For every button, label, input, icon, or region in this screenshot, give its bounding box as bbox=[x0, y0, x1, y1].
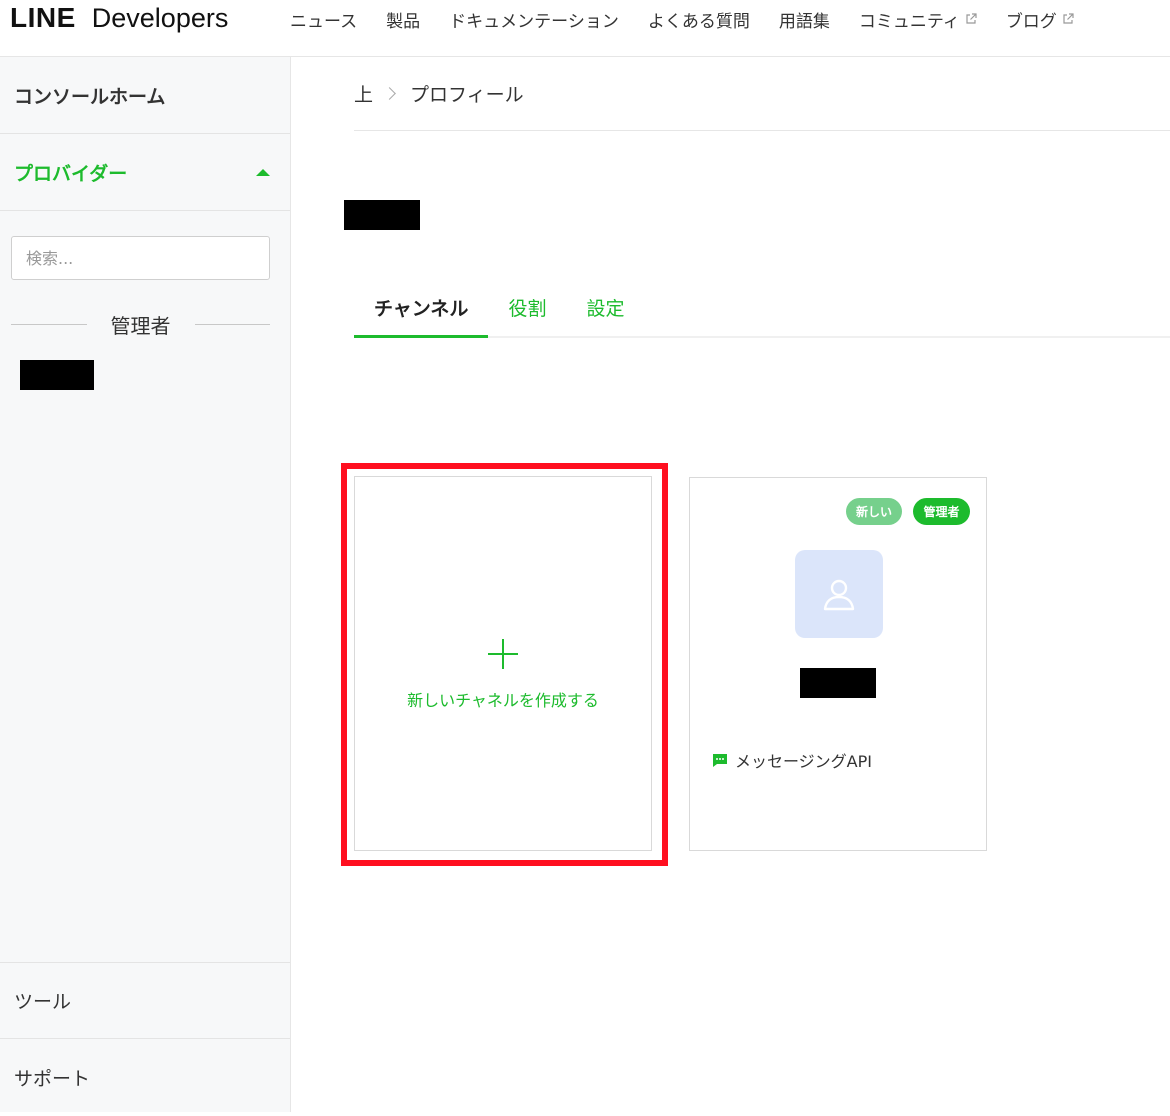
role-section-label: 管理者 bbox=[110, 313, 171, 338]
breadcrumb: 上 プロフィール bbox=[354, 80, 524, 106]
chevron-right-icon bbox=[383, 86, 396, 100]
top-nav: ニュース 製品 ドキュメンテーション よくある質問 用語集 コミュニティ ブログ bbox=[290, 6, 1074, 32]
tab-bar: チャンネル 役割 設定 bbox=[354, 290, 644, 338]
breadcrumb-item-top[interactable]: 上 bbox=[354, 80, 373, 107]
nav-label: ニュース bbox=[290, 11, 358, 32]
external-link-icon bbox=[966, 13, 977, 24]
nav-item-blog[interactable]: ブログ bbox=[1006, 7, 1074, 32]
tab-label: 設定 bbox=[586, 298, 625, 320]
sidebar-item-tools[interactable]: ツール bbox=[0, 962, 290, 1039]
logo-line-text: LINE bbox=[10, 2, 76, 33]
line-developers-logo[interactable]: LINE Developers bbox=[10, 2, 228, 38]
create-channel-label: 新しいチャネルを作成する bbox=[407, 690, 599, 710]
nav-item-glossary[interactable]: 用語集 bbox=[779, 7, 830, 32]
channel-avatar bbox=[795, 550, 883, 638]
sidebar: コンソールホーム プロバイダー 管理者 ツール サポート bbox=[0, 57, 291, 1112]
redacted-channel-name bbox=[800, 668, 876, 698]
nav-label: 用語集 bbox=[778, 11, 830, 32]
top-header: LINE Developers ニュース 製品 ドキュメンテーション よくある質… bbox=[0, 0, 1170, 57]
sidebar-item-label: コンソールホーム bbox=[14, 85, 166, 108]
nav-label: ドキュメンテーション bbox=[449, 11, 619, 32]
tab-channels[interactable]: チャンネル bbox=[354, 290, 489, 338]
caret-up-icon bbox=[256, 168, 270, 176]
channel-type: メッセージングAPI bbox=[712, 748, 872, 772]
nav-label: コミュニティ bbox=[858, 11, 960, 32]
breadcrumb-item-current: プロフィール bbox=[410, 83, 524, 106]
role-section-header: 管理者 bbox=[11, 309, 270, 339]
nav-label: ブログ bbox=[1005, 11, 1057, 32]
sidebar-item-label: プロバイダー bbox=[14, 162, 128, 185]
sidebar-item-support[interactable]: サポート bbox=[0, 1039, 290, 1116]
channel-type-label: メッセージングAPI bbox=[735, 752, 872, 771]
nav-item-documentation[interactable]: ドキュメンテーション bbox=[449, 7, 619, 32]
admin-badge: 管理者 bbox=[913, 498, 970, 525]
redacted-provider-name[interactable] bbox=[20, 360, 94, 390]
sidebar-item-console-home[interactable]: コンソールホーム bbox=[0, 57, 290, 134]
redacted-provider-title bbox=[344, 200, 420, 230]
divider-line bbox=[194, 323, 270, 325]
sidebar-item-label: ツール bbox=[14, 991, 72, 1013]
user-icon bbox=[823, 579, 855, 611]
logo-developers-text: Developers bbox=[91, 3, 229, 33]
nav-item-faq[interactable]: よくある質問 bbox=[648, 7, 750, 32]
sidebar-item-label: サポート bbox=[14, 1068, 91, 1090]
breadcrumb-divider bbox=[354, 130, 1170, 131]
nav-label: よくある質問 bbox=[647, 11, 750, 32]
external-link-icon bbox=[1063, 13, 1074, 24]
sidebar-item-providers[interactable]: プロバイダー bbox=[0, 134, 290, 211]
nav-item-community[interactable]: コミュニティ bbox=[859, 7, 977, 32]
nav-item-products[interactable]: 製品 bbox=[386, 7, 420, 32]
tab-settings[interactable]: 設定 bbox=[566, 290, 644, 338]
provider-search-input[interactable] bbox=[11, 236, 270, 280]
tab-label: 役割 bbox=[508, 298, 547, 320]
channel-card[interactable]: 新しい 管理者 メッセージングAPI bbox=[689, 477, 987, 851]
nav-label: 製品 bbox=[386, 11, 421, 32]
new-badge: 新しい bbox=[846, 498, 902, 525]
create-channel-card[interactable]: 新しいチャネルを作成する bbox=[354, 476, 652, 851]
tab-roles[interactable]: 役割 bbox=[488, 290, 566, 338]
nav-item-news[interactable]: ニュース bbox=[290, 7, 357, 32]
plus-icon bbox=[488, 638, 518, 669]
divider-line bbox=[11, 323, 87, 325]
chat-bubble-icon bbox=[713, 754, 727, 767]
tab-label: チャンネル bbox=[374, 298, 469, 320]
